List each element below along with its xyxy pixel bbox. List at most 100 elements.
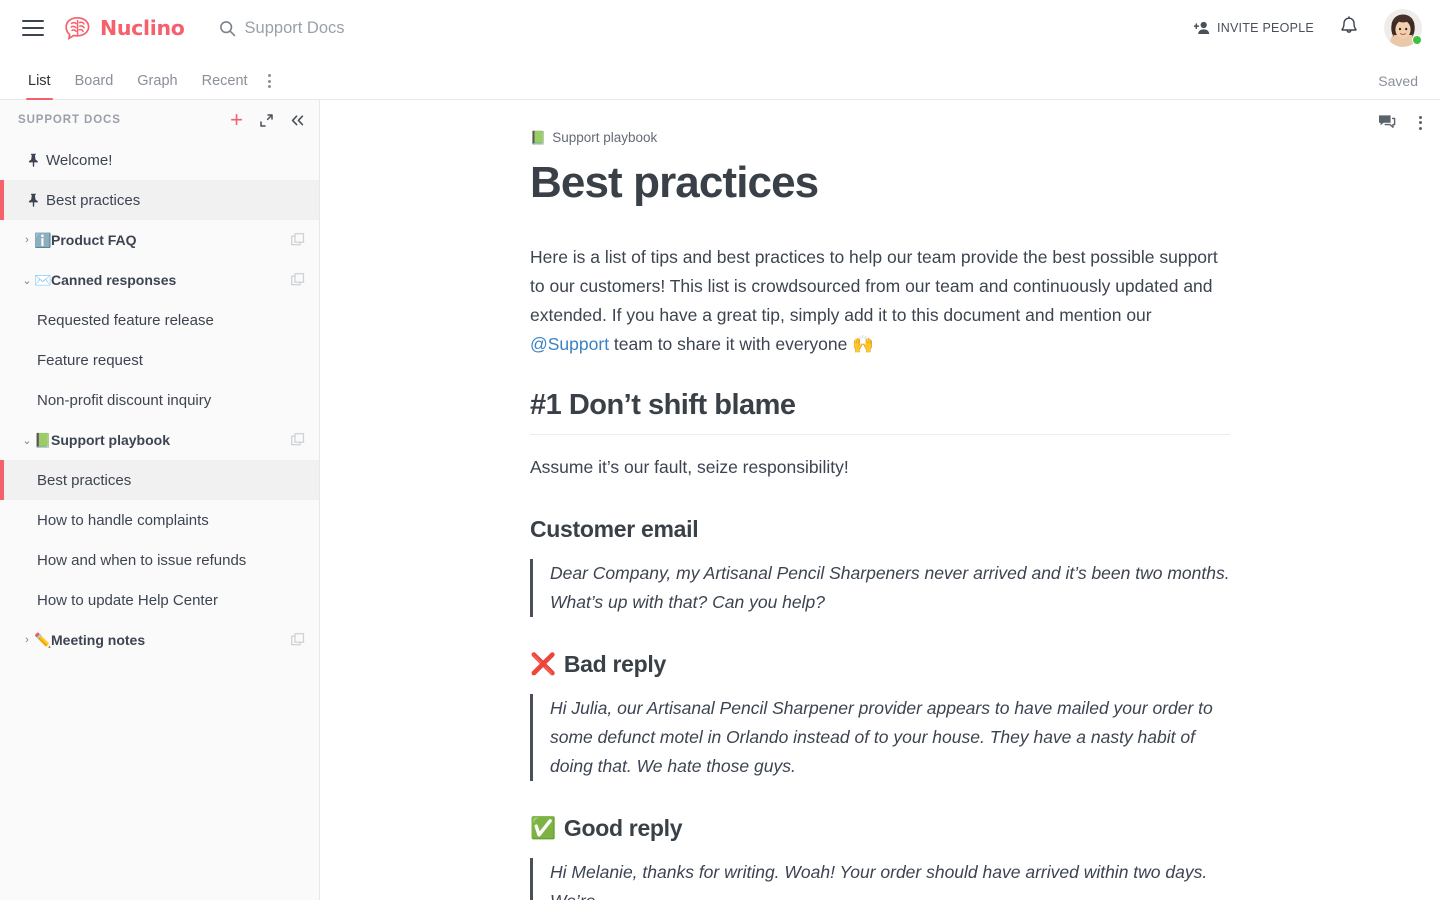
sidebar-item-label: How to handle complaints [37, 511, 209, 529]
bad-reply-quote[interactable]: Hi Julia, our Artisanal Pencil Sharpener… [530, 694, 1230, 782]
good-reply-heading[interactable]: ✅ Good reply [530, 815, 1230, 842]
sidebar-header: SUPPORT DOCS + [0, 100, 319, 140]
section-heading[interactable]: #1 Don’t shift blame [530, 389, 1230, 436]
sidebar: SUPPORT DOCS + Welcome! Best practices › ℹ️… [0, 100, 320, 900]
bad-reply-heading[interactable]: ❌ Bad reply [530, 651, 1230, 678]
intro-text-part1: Here is a list of tips and best practice… [530, 247, 1218, 326]
invite-people-label: INVITE PEOPLE [1216, 21, 1314, 35]
sidebar-item-how-and-when-to-issue-refunds[interactable]: How and when to issue refunds [0, 540, 319, 580]
tab-graph-label: Graph [137, 73, 178, 89]
view-tab-bar: List Board Graph Recent Saved [0, 56, 1440, 100]
more-vertical-icon[interactable] [260, 74, 281, 99]
sidebar-item-label: Meeting notes [51, 632, 146, 648]
customer-email-heading[interactable]: Customer email [530, 516, 1230, 543]
tab-list-label: List [28, 73, 51, 89]
sidebar-item-label: Requested feature release [37, 311, 214, 329]
nuclino-logo[interactable]: Nuclino [63, 16, 185, 40]
support-mention-link[interactable]: @Support [530, 334, 609, 354]
sidebar-item-best-practices[interactable]: Best practices [0, 180, 319, 220]
add-person-icon [1193, 21, 1211, 35]
comment-bubble-icon[interactable] [1378, 114, 1397, 131]
search-placeholder: Support Docs [244, 18, 345, 37]
customer-email-heading-label: Customer email [530, 516, 699, 543]
document-toolbar [1378, 114, 1422, 131]
customer-email-quote-text: Dear Company, my Artisanal Pencil Sharpe… [550, 563, 1230, 613]
double-chevron-left-icon[interactable] [290, 114, 305, 127]
sidebar-item-non-profit-discount-inquiry[interactable]: Non-profit discount inquiry [0, 380, 319, 420]
sidebar-item-label: Non-profit discount inquiry [37, 391, 212, 409]
sidebar-item-how-to-handle-complaints[interactable]: How to handle complaints [0, 500, 319, 540]
save-status: Saved [1378, 73, 1418, 89]
good-reply-heading-label: Good reply [563, 815, 683, 842]
item-emoji-icon: ℹ️ [34, 232, 52, 248]
page-title[interactable]: Best practices [530, 158, 1230, 207]
bad-reply-quote-text: Hi Julia, our Artisanal Pencil Sharpener… [550, 698, 1213, 777]
sidebar-item-label: How to update Help Center [37, 591, 218, 609]
expand-icon[interactable] [259, 113, 274, 128]
sidebar-item-label: Best practices [37, 471, 132, 489]
sidebar-item-support-playbook[interactable]: ⌄ 📗 Support playbook [0, 420, 319, 460]
chevron-right-icon[interactable]: › [20, 634, 34, 646]
chevron-right-icon[interactable]: › [20, 234, 34, 246]
pin-icon [20, 193, 46, 207]
tab-board[interactable]: Board [63, 73, 126, 99]
status-badge [1412, 35, 1422, 45]
bell-icon[interactable] [1340, 15, 1358, 41]
sidebar-item-label: Best practices [46, 191, 141, 209]
good-reply-quote-text: Hi Melanie, thanks for writing. Woah! Yo… [550, 862, 1208, 900]
book-icon: 📗 [530, 130, 547, 145]
more-vertical-icon[interactable] [1419, 115, 1422, 130]
sidebar-item-canned-responses[interactable]: ⌄ ✉️ Canned responses [0, 260, 319, 300]
sidebar-item-meeting-notes[interactable]: › ✏️ Meeting notes [0, 620, 319, 660]
tab-list[interactable]: List [16, 73, 63, 100]
sidebar-item-best-practices[interactable]: Best practices [0, 460, 319, 500]
customer-email-quote[interactable]: Dear Company, my Artisanal Pencil Sharpe… [530, 559, 1230, 618]
cluster-icon[interactable] [291, 633, 305, 647]
tab-board-label: Board [74, 73, 114, 89]
cluster-icon[interactable] [291, 273, 305, 287]
item-emoji-icon: 📗 [34, 432, 52, 448]
sidebar-item-list: Welcome! Best practices › ℹ️ Product FAQ ⌄ ✉️ C… [0, 140, 319, 660]
bad-reply-heading-label: Bad reply [563, 651, 666, 678]
document-body: 📗 Support playbook Best practices Here i… [530, 130, 1230, 900]
tab-recent-label: Recent [201, 73, 248, 89]
tab-graph[interactable]: Graph [125, 73, 189, 99]
sidebar-item-how-to-update-help-center[interactable]: How to update Help Center [0, 580, 319, 620]
sidebar-item-feature-request[interactable]: Feature request [0, 340, 319, 380]
document-pane: 📗 Support playbook Best practices Here i… [320, 100, 1440, 900]
sidebar-item-product-faq[interactable]: › ℹ️ Product FAQ [0, 220, 319, 260]
tab-recent[interactable]: Recent [190, 73, 260, 99]
avatar[interactable] [1384, 9, 1422, 47]
breadcrumb[interactable]: 📗 Support playbook [530, 130, 1230, 145]
sidebar-item-requested-feature-release[interactable]: Requested feature release [0, 300, 319, 340]
intro-text-part2: team to share it with everyone 🙌 [609, 334, 875, 355]
sidebar-item-welcome[interactable]: Welcome! [0, 140, 319, 180]
sidebar-item-label: Support playbook [51, 432, 170, 448]
section-text[interactable]: Assume it’s our fault, seize responsibil… [530, 453, 1230, 482]
item-emoji-icon: ✉️ [34, 272, 52, 288]
sidebar-item-label: How and when to issue refunds [37, 551, 247, 569]
good-reply-quote[interactable]: Hi Melanie, thanks for writing. Woah! Yo… [530, 858, 1230, 900]
search-input[interactable]: Support Docs [219, 19, 345, 38]
brand-name: Nuclino [100, 16, 185, 40]
sidebar-title: SUPPORT DOCS [18, 114, 121, 126]
sidebar-item-label: Feature request [37, 351, 143, 369]
invite-people-button[interactable]: INVITE PEOPLE [1193, 21, 1314, 35]
top-bar: Nuclino Support Docs INVITE PEOPLE [0, 0, 1440, 56]
chevron-down-icon[interactable]: ⌄ [20, 274, 34, 287]
view-tabs: List Board Graph Recent [0, 73, 281, 100]
item-emoji-icon: ✏️ [34, 632, 52, 648]
cluster-icon[interactable] [291, 233, 305, 247]
plus-icon[interactable]: + [230, 109, 243, 131]
chevron-down-icon[interactable]: ⌄ [20, 434, 34, 447]
sidebar-item-label: Canned responses [51, 272, 177, 288]
cross-mark-icon: ❌ [530, 653, 556, 677]
search-icon [219, 20, 236, 37]
pin-icon [20, 153, 46, 167]
breadcrumb-label: Support playbook [552, 130, 658, 145]
cluster-icon[interactable] [291, 433, 305, 447]
intro-paragraph[interactable]: Here is a list of tips and best practice… [530, 243, 1230, 359]
sidebar-actions: + [230, 109, 305, 131]
top-bar-right: INVITE PEOPLE [1193, 9, 1440, 47]
hamburger-menu-icon[interactable] [22, 20, 44, 36]
